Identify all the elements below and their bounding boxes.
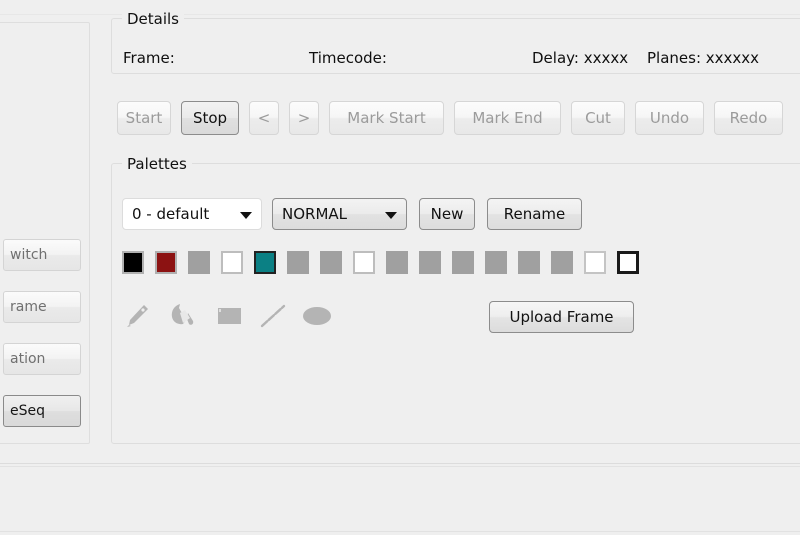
transport-button-start[interactable]: Start [117, 101, 171, 135]
details-group-legend: Details [122, 10, 185, 28]
transport-button-mark-start[interactable]: Mark Start [329, 101, 444, 135]
rename-palette-button[interactable]: Rename [487, 198, 582, 230]
details-group: Details Frame: Timecode: Delay: xxxxx Pl… [111, 10, 800, 74]
palette-swatch-6[interactable] [320, 251, 342, 274]
palette-swatch-9[interactable] [419, 251, 441, 274]
chevron-down-icon [240, 212, 252, 219]
palette-select-value: 0 - default [132, 205, 210, 223]
transport-button-cut[interactable]: Cut [571, 101, 625, 135]
ellipse-tool-icon[interactable] [300, 299, 334, 333]
transport-button-[interactable]: > [289, 101, 319, 135]
left-side-panel: witch rame ation eSeq [0, 22, 90, 444]
transport-button-stop[interactable]: Stop [181, 101, 239, 135]
transport-button-mark-end[interactable]: Mark End [454, 101, 561, 135]
transport-button-[interactable]: < [249, 101, 279, 135]
bottom-pane [0, 466, 800, 532]
palette-swatch-4[interactable] [254, 251, 276, 274]
timecode-label: Timecode: [309, 49, 387, 67]
sidebar-button-0[interactable]: witch [3, 239, 81, 271]
palette-swatch-15[interactable] [617, 251, 639, 274]
blend-mode-value: NORMAL [282, 205, 348, 223]
new-palette-button[interactable]: New [419, 198, 475, 230]
fill-bucket-tool-icon[interactable] [166, 299, 200, 333]
line-tool-icon[interactable] [256, 299, 290, 333]
palette-swatch-12[interactable] [518, 251, 540, 274]
planes-label: Planes: xxxxxx [647, 49, 760, 67]
palette-swatch-0[interactable] [122, 251, 144, 274]
rectangle-tool-icon[interactable] [212, 299, 246, 333]
palette-swatch-11[interactable] [485, 251, 507, 274]
palette-swatch-1[interactable] [155, 251, 177, 274]
palette-swatch-7[interactable] [353, 251, 375, 274]
application-root: witch rame ation eSeq Details Frame: Timeco… [0, 0, 800, 535]
palette-swatch-13[interactable] [551, 251, 573, 274]
sidebar-button-3[interactable]: eSeq [3, 395, 81, 427]
palette-select-dropdown[interactable]: 0 - default [122, 198, 262, 230]
palette-swatch-2[interactable] [188, 251, 210, 274]
upload-frame-button[interactable]: Upload Frame [489, 301, 634, 333]
sidebar-button-1[interactable]: rame [3, 291, 81, 323]
chevron-down-icon [385, 212, 397, 219]
delay-label: Delay: xxxxx [532, 49, 629, 67]
palettes-group-legend: Palettes [122, 155, 192, 173]
sidebar-button-2[interactable]: ation [3, 343, 81, 375]
transport-button-redo[interactable]: Redo [714, 101, 783, 135]
palette-swatch-14[interactable] [584, 251, 606, 274]
palette-swatch-5[interactable] [287, 251, 309, 274]
palette-swatch-10[interactable] [452, 251, 474, 274]
palette-swatch-8[interactable] [386, 251, 408, 274]
blend-mode-dropdown[interactable]: NORMAL [272, 198, 407, 230]
frame-label: Frame: [123, 49, 175, 67]
transport-button-undo[interactable]: Undo [635, 101, 704, 135]
pencil-tool-icon[interactable] [120, 299, 154, 333]
palette-swatch-3[interactable] [221, 251, 243, 274]
